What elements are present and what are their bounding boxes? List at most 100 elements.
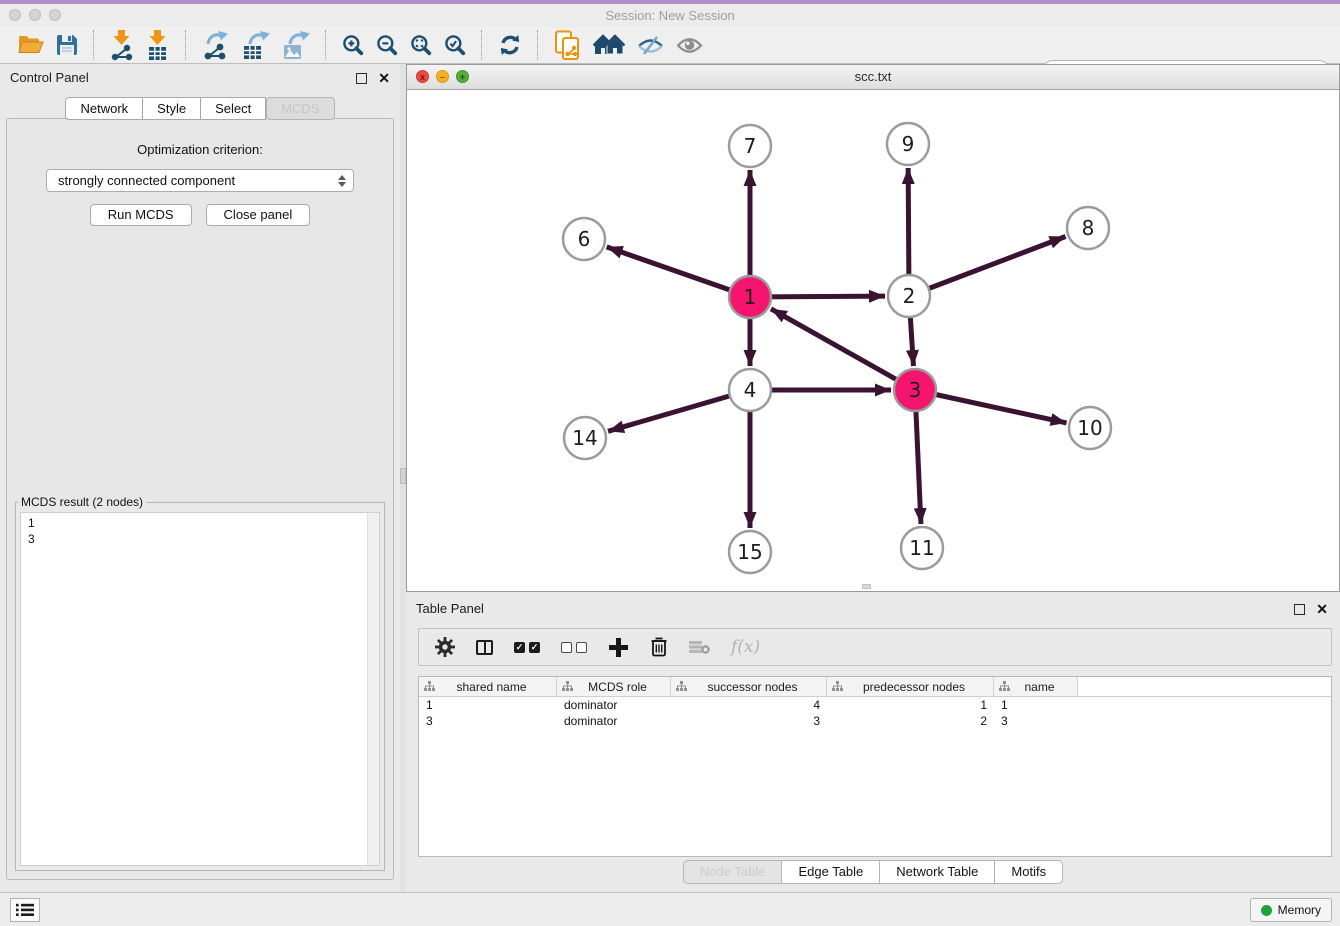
deselect-all-button[interactable] <box>561 642 587 653</box>
table-cell[interactable]: 1 <box>419 698 557 712</box>
node-11[interactable] <box>901 527 943 569</box>
edge-3-1[interactable] <box>771 309 915 390</box>
network-close-button[interactable]: x <box>416 70 429 83</box>
node-10[interactable] <box>1069 407 1111 449</box>
table-cell[interactable]: 1 <box>827 698 994 712</box>
refresh-button[interactable] <box>498 33 522 57</box>
float-table-panel-icon[interactable] <box>1294 604 1305 615</box>
control-panel: Control Panel ✕ NetworkStyleSelectMCDS O… <box>0 64 400 892</box>
table-cell[interactable]: 4 <box>671 698 827 712</box>
dropdown-stepper-icon <box>338 175 346 187</box>
node-14[interactable] <box>564 417 606 459</box>
float-panel-icon[interactable] <box>356 73 367 84</box>
table-cell[interactable]: 3 <box>994 714 1078 728</box>
memory-button[interactable]: Memory <box>1250 898 1332 922</box>
node-1[interactable] <box>729 276 771 318</box>
import-table-button[interactable] <box>146 30 170 61</box>
node-8[interactable] <box>1067 207 1109 249</box>
close-window-button[interactable] <box>9 9 21 21</box>
network-maximize-button[interactable]: + <box>456 70 469 83</box>
edge-2-8[interactable] <box>909 237 1066 296</box>
zoom-window-button[interactable] <box>49 9 61 21</box>
network-minimize-button[interactable]: – <box>436 70 449 83</box>
status-bar: Memory <box>0 892 1340 926</box>
tab-select[interactable]: Select <box>201 97 266 120</box>
zoom-fit-button[interactable] <box>410 34 432 56</box>
table-row[interactable]: 3dominator323 <box>419 713 1331 729</box>
node-9[interactable] <box>887 123 929 165</box>
delete-column-button[interactable] <box>650 637 668 657</box>
show-all-button[interactable] <box>676 36 703 55</box>
table-cell[interactable]: 2 <box>827 714 994 728</box>
node-4[interactable] <box>729 369 771 411</box>
tab-motifs[interactable]: Motifs <box>995 860 1063 884</box>
export-image-button[interactable] <box>282 30 310 60</box>
save-session-button[interactable] <box>56 34 78 56</box>
task-history-button[interactable] <box>10 898 40 922</box>
export-table-button[interactable] <box>242 30 270 60</box>
column-header-name[interactable]: name <box>994 677 1078 696</box>
mcds-result-area[interactable]: 1 3 <box>20 512 380 866</box>
attribute-tree-icon <box>424 681 435 692</box>
column-header-successor-nodes[interactable]: successor nodes <box>671 677 827 696</box>
table-cell[interactable]: dominator <box>557 714 671 728</box>
split-panel-icon[interactable] <box>476 640 493 655</box>
table-cell[interactable]: 3 <box>671 714 827 728</box>
run-mcds-button[interactable]: Run MCDS <box>90 204 192 226</box>
tab-mcds[interactable]: MCDS <box>266 97 334 120</box>
table-settings-button[interactable] <box>435 637 455 657</box>
edge-3-10[interactable] <box>915 390 1067 423</box>
zoom-in-button[interactable] <box>342 34 364 56</box>
memory-status-icon <box>1261 905 1272 916</box>
window-controls <box>9 9 61 21</box>
session-title: Session: New Session <box>0 4 1340 27</box>
table-panel: Table Panel ✕ <box>406 595 1340 892</box>
close-table-panel-icon[interactable]: ✕ <box>1316 603 1328 615</box>
import-network-button[interactable] <box>110 30 134 61</box>
zoom-out-button[interactable] <box>376 34 398 56</box>
attribute-tree-icon <box>676 681 687 692</box>
column-header-mcds-role[interactable]: MCDS role <box>557 677 671 696</box>
tab-network-table[interactable]: Network Table <box>880 860 995 884</box>
clone-network-button[interactable] <box>554 30 581 61</box>
hide-selected-button[interactable] <box>637 35 664 56</box>
network-bottom-grip[interactable] <box>862 584 871 589</box>
toolbar-separator <box>481 30 483 60</box>
first-neighbors-button[interactable] <box>593 34 625 56</box>
delete-table-button[interactable] <box>689 640 710 654</box>
tab-edge-table[interactable]: Edge Table <box>782 860 880 884</box>
close-panel-button[interactable]: Close panel <box>206 204 311 226</box>
close-panel-icon[interactable]: ✕ <box>378 72 390 84</box>
table-cell[interactable]: 3 <box>419 714 557 728</box>
eye-icon <box>676 36 703 55</box>
table-cell[interactable]: 1 <box>994 698 1078 712</box>
node-6[interactable] <box>563 218 605 260</box>
column-header-shared-name[interactable]: shared name <box>419 677 557 696</box>
edge-1-6[interactable] <box>607 247 750 297</box>
table-panel-header: Table Panel ✕ <box>406 595 1340 622</box>
function-builder-button[interactable]: f(x) <box>731 637 760 657</box>
export-table-icon <box>242 30 270 60</box>
open-session-button[interactable] <box>18 35 44 55</box>
table-cell[interactable]: dominator <box>557 698 671 712</box>
tab-node-table[interactable]: Node Table <box>683 860 783 884</box>
optimization-criterion-dropdown[interactable]: strongly connected component <box>46 169 354 192</box>
mcds-result-text: 1 3 <box>21 513 367 865</box>
export-network-button[interactable] <box>202 30 230 60</box>
column-header-predecessor-nodes[interactable]: predecessor nodes <box>827 677 994 696</box>
zoom-selected-button[interactable] <box>444 34 466 56</box>
node-3[interactable] <box>894 369 936 411</box>
node-15[interactable] <box>729 531 771 573</box>
memory-label: Memory <box>1278 903 1321 917</box>
add-column-button[interactable] <box>608 637 629 658</box>
tab-style[interactable]: Style <box>143 97 201 120</box>
network-canvas[interactable]: 7968124314101511 <box>407 89 1339 591</box>
result-scrollbar[interactable] <box>367 513 379 865</box>
select-all-button[interactable]: ✓ ✓ <box>514 642 540 653</box>
node-7[interactable] <box>729 125 771 167</box>
tab-network[interactable]: Network <box>65 97 143 120</box>
network-window-titlebar[interactable]: x – + scc.txt <box>407 65 1339 90</box>
minimize-window-button[interactable] <box>29 9 41 21</box>
node-2[interactable] <box>888 275 930 317</box>
table-row[interactable]: 1dominator411 <box>419 697 1331 713</box>
